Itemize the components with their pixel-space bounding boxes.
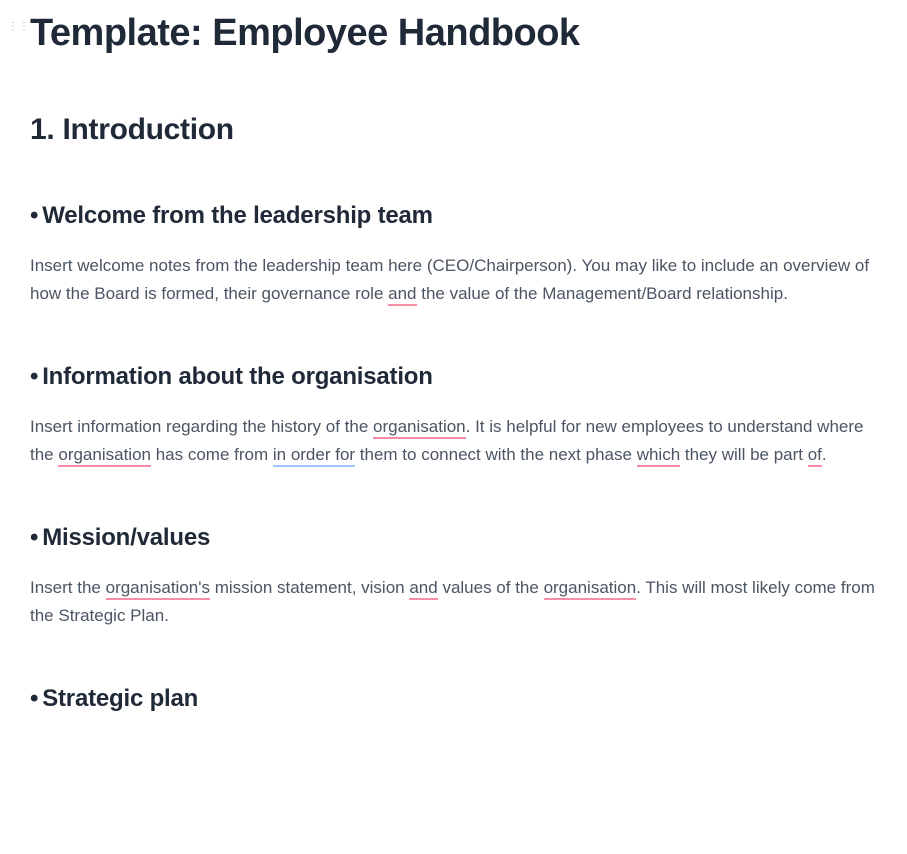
subsection-heading-info[interactable]: •Information about the organisation bbox=[30, 363, 877, 391]
subsection-heading-welcome[interactable]: •Welcome from the leadership team bbox=[30, 202, 877, 230]
bullet-icon: • bbox=[30, 524, 38, 551]
subsection-heading-strategic[interactable]: •Strategic plan bbox=[30, 685, 877, 713]
bullet-icon: • bbox=[30, 363, 38, 390]
text-run: mission statement, vision bbox=[210, 578, 409, 597]
page-title[interactable]: Template: Employee Handbook bbox=[30, 12, 877, 55]
text-run: Insert information regarding the history… bbox=[30, 417, 373, 436]
spell-underline[interactable]: organisation bbox=[58, 445, 151, 467]
text-run: Insert the bbox=[30, 578, 106, 597]
document-page: Template: Employee Handbook 1. Introduct… bbox=[0, 0, 907, 743]
subsection-title: Information about the organisation bbox=[42, 363, 433, 390]
drag-handle-icon[interactable]: ⋮⋮ bbox=[8, 24, 30, 30]
paragraph-mission[interactable]: Insert the organisation's mission statem… bbox=[30, 574, 877, 630]
grammar-underline[interactable]: and bbox=[409, 578, 437, 600]
subsection-title: Welcome from the leadership team bbox=[42, 202, 433, 229]
text-run: them to connect with the next phase bbox=[355, 445, 637, 464]
text-run: the value of the Management/Board relati… bbox=[417, 284, 788, 303]
subsection-title: Strategic plan bbox=[42, 685, 198, 712]
grammar-underline[interactable]: and bbox=[388, 284, 416, 306]
paragraph-info[interactable]: Insert information regarding the history… bbox=[30, 413, 877, 469]
paragraph-welcome[interactable]: Insert welcome notes from the leadership… bbox=[30, 252, 877, 308]
grammar-underline[interactable]: of bbox=[808, 445, 822, 467]
grammar-underline[interactable]: which bbox=[637, 445, 680, 467]
spell-underline[interactable]: organisation's bbox=[106, 578, 210, 600]
grammar-underline[interactable]: in order for bbox=[273, 445, 355, 467]
subsection-heading-mission[interactable]: •Mission/values bbox=[30, 524, 877, 552]
subsection-title: Mission/values bbox=[42, 524, 210, 551]
bullet-icon: • bbox=[30, 202, 38, 229]
section-heading-introduction[interactable]: 1. Introduction bbox=[30, 113, 877, 147]
bullet-icon: • bbox=[30, 685, 38, 712]
text-run: . bbox=[822, 445, 827, 464]
text-run: they will be part bbox=[680, 445, 808, 464]
text-run: has come from bbox=[151, 445, 273, 464]
text-run: values of the bbox=[438, 578, 544, 597]
spell-underline[interactable]: organisation bbox=[373, 417, 466, 439]
spell-underline[interactable]: organisation bbox=[544, 578, 637, 600]
